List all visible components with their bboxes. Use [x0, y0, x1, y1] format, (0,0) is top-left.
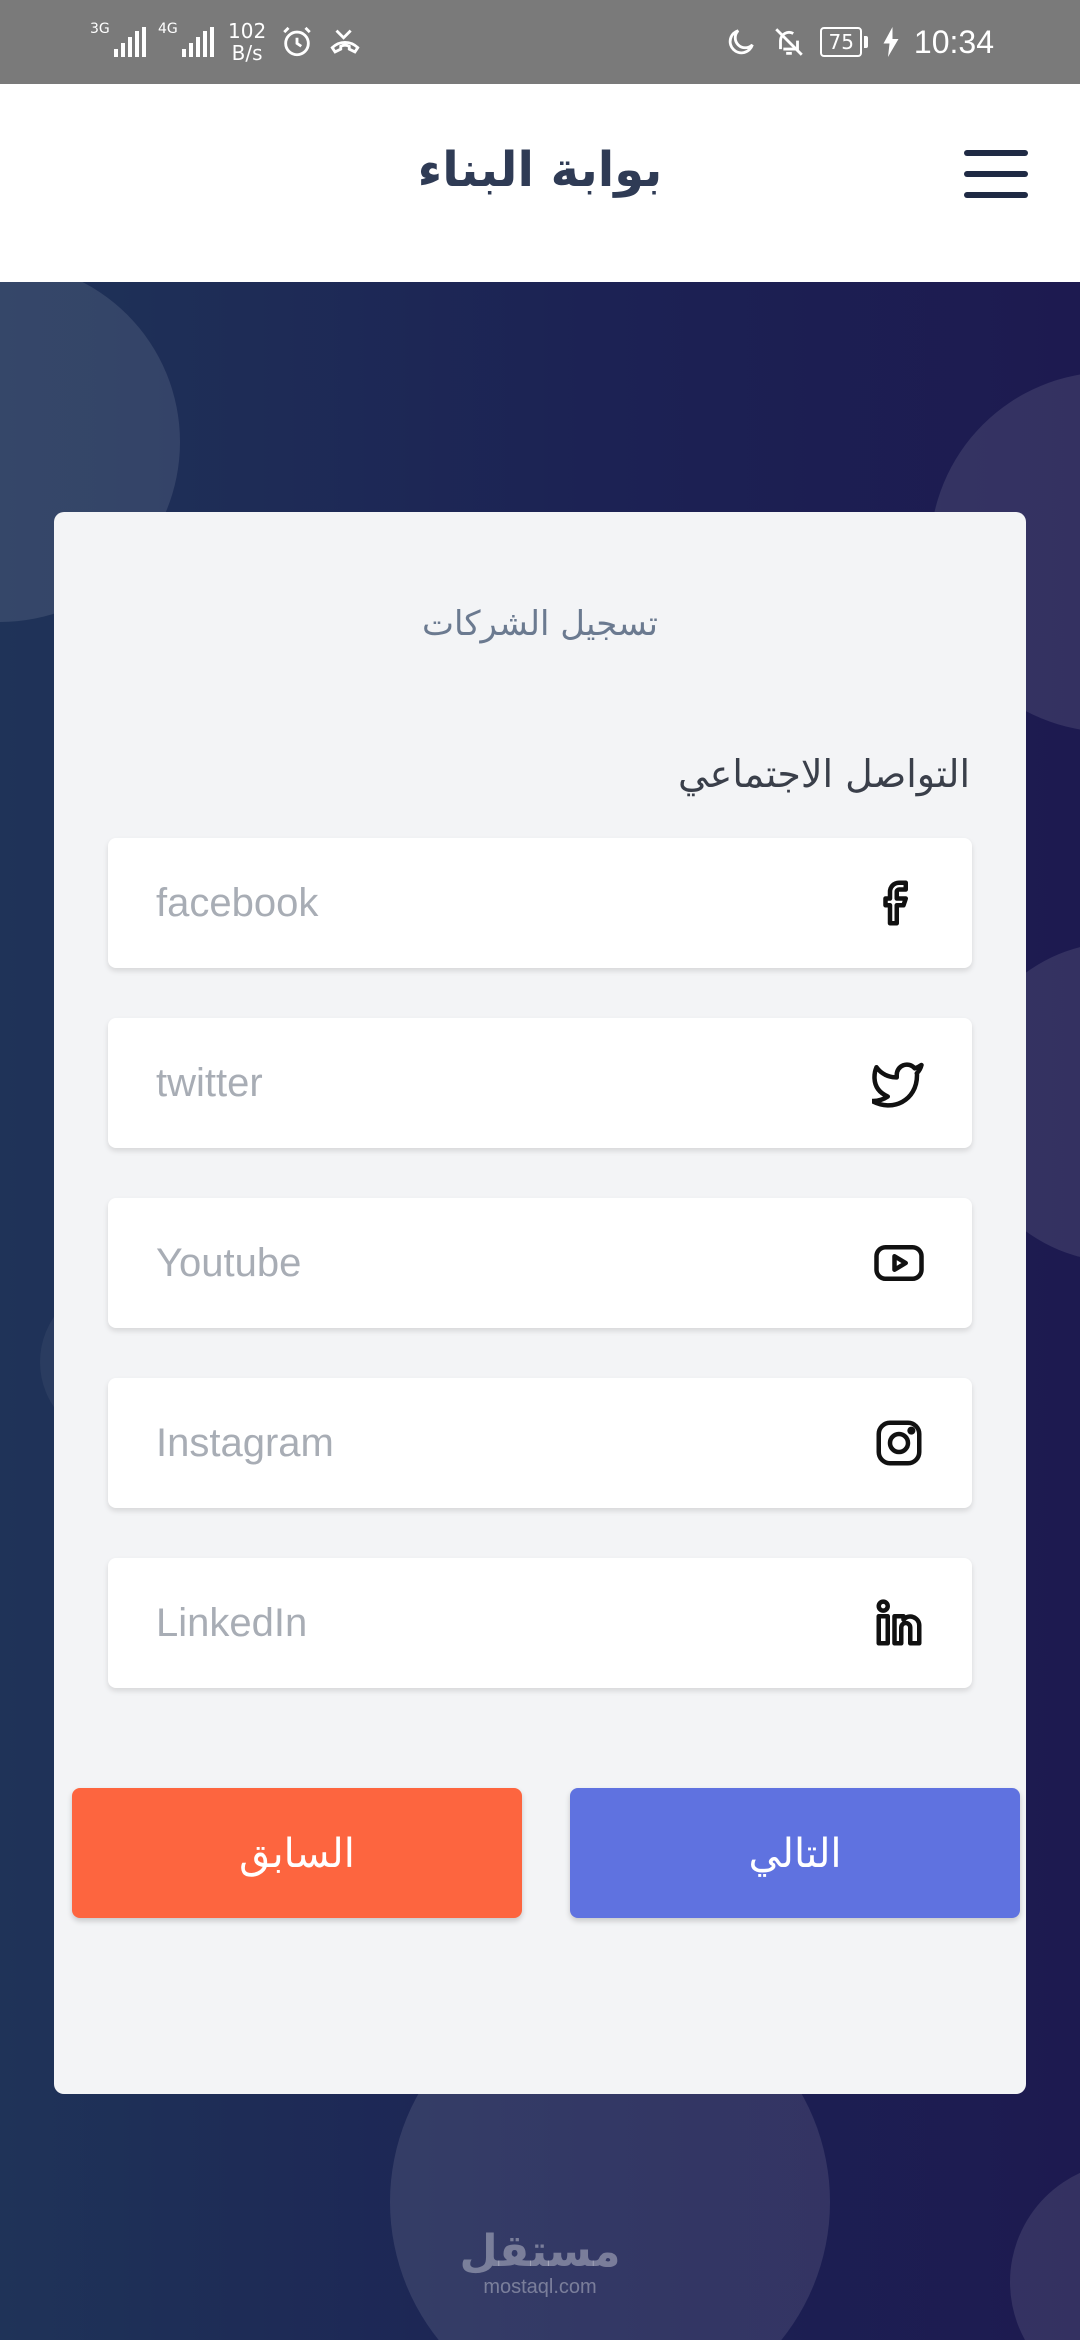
sim1-signal-icon: 3G: [90, 21, 146, 57]
charging-icon: [883, 27, 899, 57]
missed-call-icon: [330, 29, 360, 54]
sim2-signal-icon: 4G: [158, 21, 214, 57]
youtube-icon: [874, 1245, 924, 1281]
linkedin-field: [108, 1558, 972, 1688]
watermark-logo: مستقل: [459, 2226, 621, 2277]
facebook-field: [108, 838, 972, 968]
card-title: تسجيل الشركات: [421, 604, 658, 644]
net-speed-value: 102: [228, 19, 267, 43]
bell-off-icon: [775, 28, 804, 56]
status-time: 10:34: [913, 23, 994, 60]
status-bar: 3G 4G 102 B/s 75 10:34: [0, 0, 1080, 84]
youtube-field: [108, 1198, 972, 1328]
sim2-tag: 4G: [158, 21, 178, 37]
youtube-input[interactable]: [108, 1198, 876, 1328]
alarm-icon: [283, 26, 311, 57]
linkedin-icon: [876, 1599, 922, 1646]
watermark: مستقل mostaql.com: [0, 2226, 1080, 2299]
net-speed-unit: B/s: [231, 41, 263, 65]
facebook-icon: [883, 880, 908, 926]
app-header: بوابة البناء: [0, 84, 1080, 282]
instagram-icon: [876, 1420, 922, 1466]
sim1-tag: 3G: [90, 21, 110, 37]
twitter-input[interactable]: [108, 1018, 876, 1148]
social-section-label: التواصل الاجتماعي: [678, 752, 970, 796]
facebook-input[interactable]: [108, 838, 876, 968]
watermark-url: mostaql.com: [483, 2276, 597, 2298]
twitter-field: [108, 1018, 972, 1148]
next-button[interactable]: التالي: [570, 1788, 1020, 1918]
net-speed: 102 B/s: [228, 20, 266, 64]
previous-button[interactable]: السابق: [72, 1788, 522, 1918]
app-title: بوابة البناء: [417, 142, 663, 198]
linkedin-input[interactable]: [108, 1558, 876, 1688]
hamburger-menu-icon[interactable]: [964, 150, 1028, 198]
battery-indicator: 75: [820, 27, 868, 57]
instagram-input[interactable]: [108, 1378, 876, 1508]
registration-card: تسجيل الشركات التواصل الاجتماعي السابق ا…: [54, 512, 1026, 2094]
battery-level: 75: [820, 27, 862, 57]
moon-icon: [729, 29, 755, 55]
instagram-field: [108, 1378, 972, 1508]
twitter-icon: [872, 1062, 924, 1108]
